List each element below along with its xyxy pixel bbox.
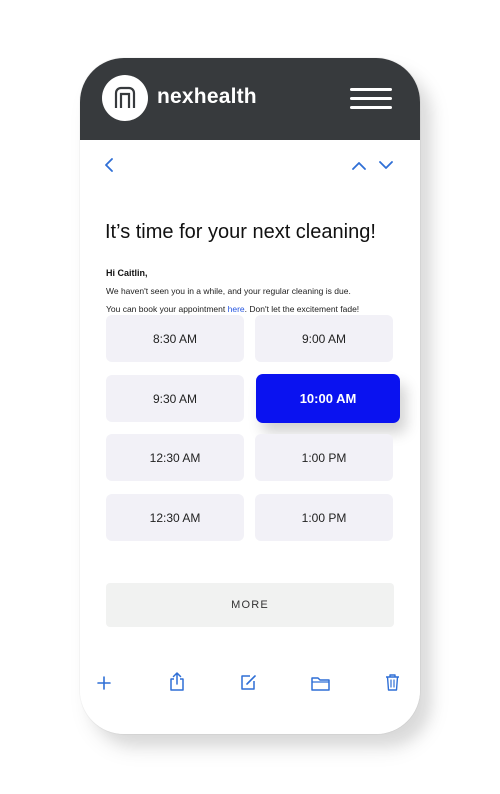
chevron-left-icon[interactable] bbox=[104, 158, 114, 172]
time-slot-button[interactable]: 1:00 PM bbox=[255, 434, 393, 481]
email-title: It’s time for your next cleaning! bbox=[105, 221, 376, 243]
hamburger-menu-icon[interactable] bbox=[350, 88, 392, 112]
folder-icon[interactable] bbox=[311, 676, 330, 691]
email-body-line-1: We haven't seen you in a while, and your… bbox=[106, 286, 351, 296]
booking-link[interactable]: here bbox=[228, 304, 245, 314]
trash-icon[interactable] bbox=[385, 673, 400, 691]
brand-name: nexhealth bbox=[157, 85, 257, 108]
compose-icon[interactable] bbox=[240, 674, 257, 691]
more-button[interactable]: MORE bbox=[106, 583, 394, 627]
nexhealth-logo-icon[interactable] bbox=[102, 75, 148, 121]
email-body-text: . Don't let the excitement fade! bbox=[244, 304, 360, 314]
chevron-down-icon[interactable] bbox=[379, 161, 393, 170]
time-slot-button[interactable]: 12:30 AM bbox=[106, 434, 244, 481]
time-slot-button[interactable]: 9:00 AM bbox=[255, 315, 393, 362]
chevron-up-icon[interactable] bbox=[352, 161, 366, 170]
share-icon[interactable] bbox=[169, 672, 185, 691]
phone-frame: nexhealth It’s time for your next cleani… bbox=[80, 58, 420, 734]
time-slot-button[interactable]: 8:30 AM bbox=[106, 315, 244, 362]
time-slot-button[interactable]: 12:30 AM bbox=[106, 494, 244, 541]
time-slot-button-selected[interactable]: 10:00 AM bbox=[256, 374, 400, 423]
email-body-line-2: You can book your appointment here. Don'… bbox=[106, 304, 359, 314]
time-slot-button[interactable]: 1:00 PM bbox=[255, 494, 393, 541]
time-slot-button[interactable]: 9:30 AM bbox=[106, 375, 244, 422]
email-greeting: Hi Caitlin, bbox=[106, 268, 148, 278]
email-content: It’s time for your next cleaning! Hi Cai… bbox=[80, 140, 420, 734]
email-body-text: You can book your appointment bbox=[106, 304, 228, 314]
app-header: nexhealth bbox=[80, 58, 420, 140]
plus-icon[interactable] bbox=[97, 676, 111, 690]
